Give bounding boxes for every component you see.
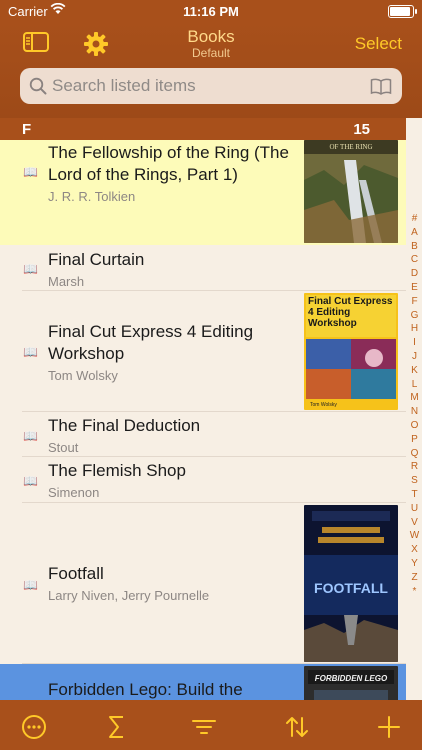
- bottom-toolbar: [0, 700, 422, 750]
- book-list: 📖 The Fellowship of the Ring (The Lord o…: [0, 140, 406, 700]
- index-letter[interactable]: F: [407, 295, 422, 309]
- book-title: Final Curtain: [48, 250, 145, 269]
- status-bar: Carrier 11:16 PM: [0, 0, 422, 22]
- book-author: Larry Niven, Jerry Pournelle: [48, 588, 210, 603]
- sum-icon[interactable]: [104, 714, 130, 740]
- index-letter[interactable]: U: [407, 502, 422, 516]
- section-header: F 15: [0, 118, 406, 140]
- book-title: Final Cut Express 4 Editing Workshop: [48, 322, 254, 363]
- list-item[interactable]: 📖 The Flemish Shop Simenon: [0, 457, 406, 503]
- book-cover: Final Cut Express 4 Editing Workshop Tom…: [304, 293, 398, 410]
- index-letter[interactable]: A: [407, 226, 422, 240]
- book-author: Tom Wolsky: [48, 368, 118, 383]
- cover-text: FORBIDDEN LEGO: [315, 674, 388, 683]
- book-cover: FORBIDDEN LEGO: [304, 666, 398, 700]
- search-icon: [29, 77, 47, 100]
- list-item[interactable]: Forbidden Lego: Build the FORBIDDEN LEGO: [0, 664, 406, 700]
- book-cover: FOOTFALL: [304, 505, 398, 662]
- book-title: Forbidden Lego: Build the: [48, 680, 243, 699]
- index-letter[interactable]: *: [407, 585, 422, 599]
- index-letter[interactable]: D: [407, 267, 422, 281]
- index-letter[interactable]: E: [407, 281, 422, 295]
- book-title: Footfall: [48, 564, 104, 583]
- list-item[interactable]: 📖 Final Cut Express 4 Editing Workshop T…: [0, 291, 406, 412]
- battery-icon: [388, 5, 417, 18]
- index-letter[interactable]: W: [407, 529, 422, 543]
- index-letter[interactable]: N: [407, 405, 422, 419]
- section-letter: F: [22, 121, 32, 138]
- index-letter[interactable]: J: [407, 350, 422, 364]
- search-input[interactable]: [52, 75, 352, 97]
- index-letter[interactable]: O: [407, 419, 422, 433]
- list-item[interactable]: 📖 Final Curtain Marsh: [0, 245, 406, 291]
- book-cover: OF THE RING: [304, 140, 398, 243]
- index-letter[interactable]: X: [407, 543, 422, 557]
- index-letter[interactable]: M: [407, 391, 422, 405]
- book-open-icon[interactable]: [370, 77, 392, 100]
- more-icon[interactable]: [21, 714, 47, 740]
- book-icon: 📖: [23, 262, 38, 276]
- index-letter[interactable]: I: [407, 336, 422, 350]
- list-item-texts: The Fellowship of the Ring (The Lord of …: [48, 142, 298, 204]
- index-letter[interactable]: H: [407, 322, 422, 336]
- book-icon: 📖: [23, 429, 38, 443]
- list-item-texts: Final Cut Express 4 Editing Workshop Tom…: [48, 321, 298, 383]
- navigation-bar: Books Default Select: [0, 22, 422, 118]
- book-icon: 📖: [23, 578, 38, 592]
- filter-icon[interactable]: [191, 714, 217, 740]
- list-item-texts: Footfall Larry Niven, Jerry Pournelle: [48, 563, 298, 603]
- book-icon: 📖: [23, 345, 38, 359]
- book-icon: 📖: [23, 165, 38, 179]
- list-item-texts: The Final Deduction Stout: [48, 415, 298, 455]
- clock: 11:16 PM: [183, 4, 239, 19]
- alphabet-index[interactable]: # A B C D E F G H I J K L M N O P Q R S T U V W X Y Z *: [407, 212, 422, 598]
- list-item-texts: Forbidden Lego: Build the: [48, 679, 298, 700]
- index-letter[interactable]: B: [407, 240, 422, 254]
- book-title: The Flemish Shop: [48, 461, 186, 480]
- section-count: 15: [353, 121, 370, 138]
- index-letter[interactable]: L: [407, 378, 422, 392]
- list-item[interactable]: 📖 Footfall Larry Niven, Jerry Pournelle …: [0, 503, 406, 664]
- index-letter[interactable]: Z: [407, 571, 422, 585]
- list-item-texts: Final Curtain Marsh: [48, 249, 298, 289]
- index-letter[interactable]: Q: [407, 447, 422, 461]
- book-title: The Final Deduction: [48, 416, 201, 435]
- list-item-texts: The Flemish Shop Simenon: [48, 460, 298, 500]
- book-author: J. R. R. Tolkien: [48, 189, 136, 204]
- index-letter[interactable]: P: [407, 433, 422, 447]
- add-icon[interactable]: [376, 714, 402, 740]
- index-letter[interactable]: G: [407, 309, 422, 323]
- book-title: The Fellowship of the Ring (The Lord of …: [48, 143, 289, 184]
- book-author: Marsh: [48, 274, 85, 289]
- index-letter[interactable]: S: [407, 474, 422, 488]
- search-bar: [20, 68, 402, 104]
- sort-icon[interactable]: [284, 714, 310, 740]
- list-item[interactable]: 📖 The Final Deduction Stout: [0, 412, 406, 457]
- cover-text: FOOTFALL: [314, 580, 388, 596]
- book-author: Stout: [48, 440, 79, 455]
- index-letter[interactable]: K: [407, 364, 422, 378]
- list-item[interactable]: 📖 The Fellowship of the Ring (The Lord o…: [0, 140, 406, 245]
- select-button[interactable]: Select: [355, 34, 402, 54]
- book-author: Simenon: [48, 485, 100, 500]
- cover-text: OF THE RING: [329, 143, 372, 151]
- index-letter[interactable]: C: [407, 253, 422, 267]
- cover-author: Tom Wolsky: [310, 402, 337, 408]
- index-letter[interactable]: V: [407, 516, 422, 530]
- cover-text: Final Cut Express 4 Editing Workshop: [308, 296, 393, 329]
- index-letter[interactable]: R: [407, 460, 422, 474]
- index-letter[interactable]: T: [407, 488, 422, 502]
- index-letter[interactable]: Y: [407, 557, 422, 571]
- book-icon: 📖: [23, 474, 38, 488]
- index-letter[interactable]: #: [407, 212, 422, 226]
